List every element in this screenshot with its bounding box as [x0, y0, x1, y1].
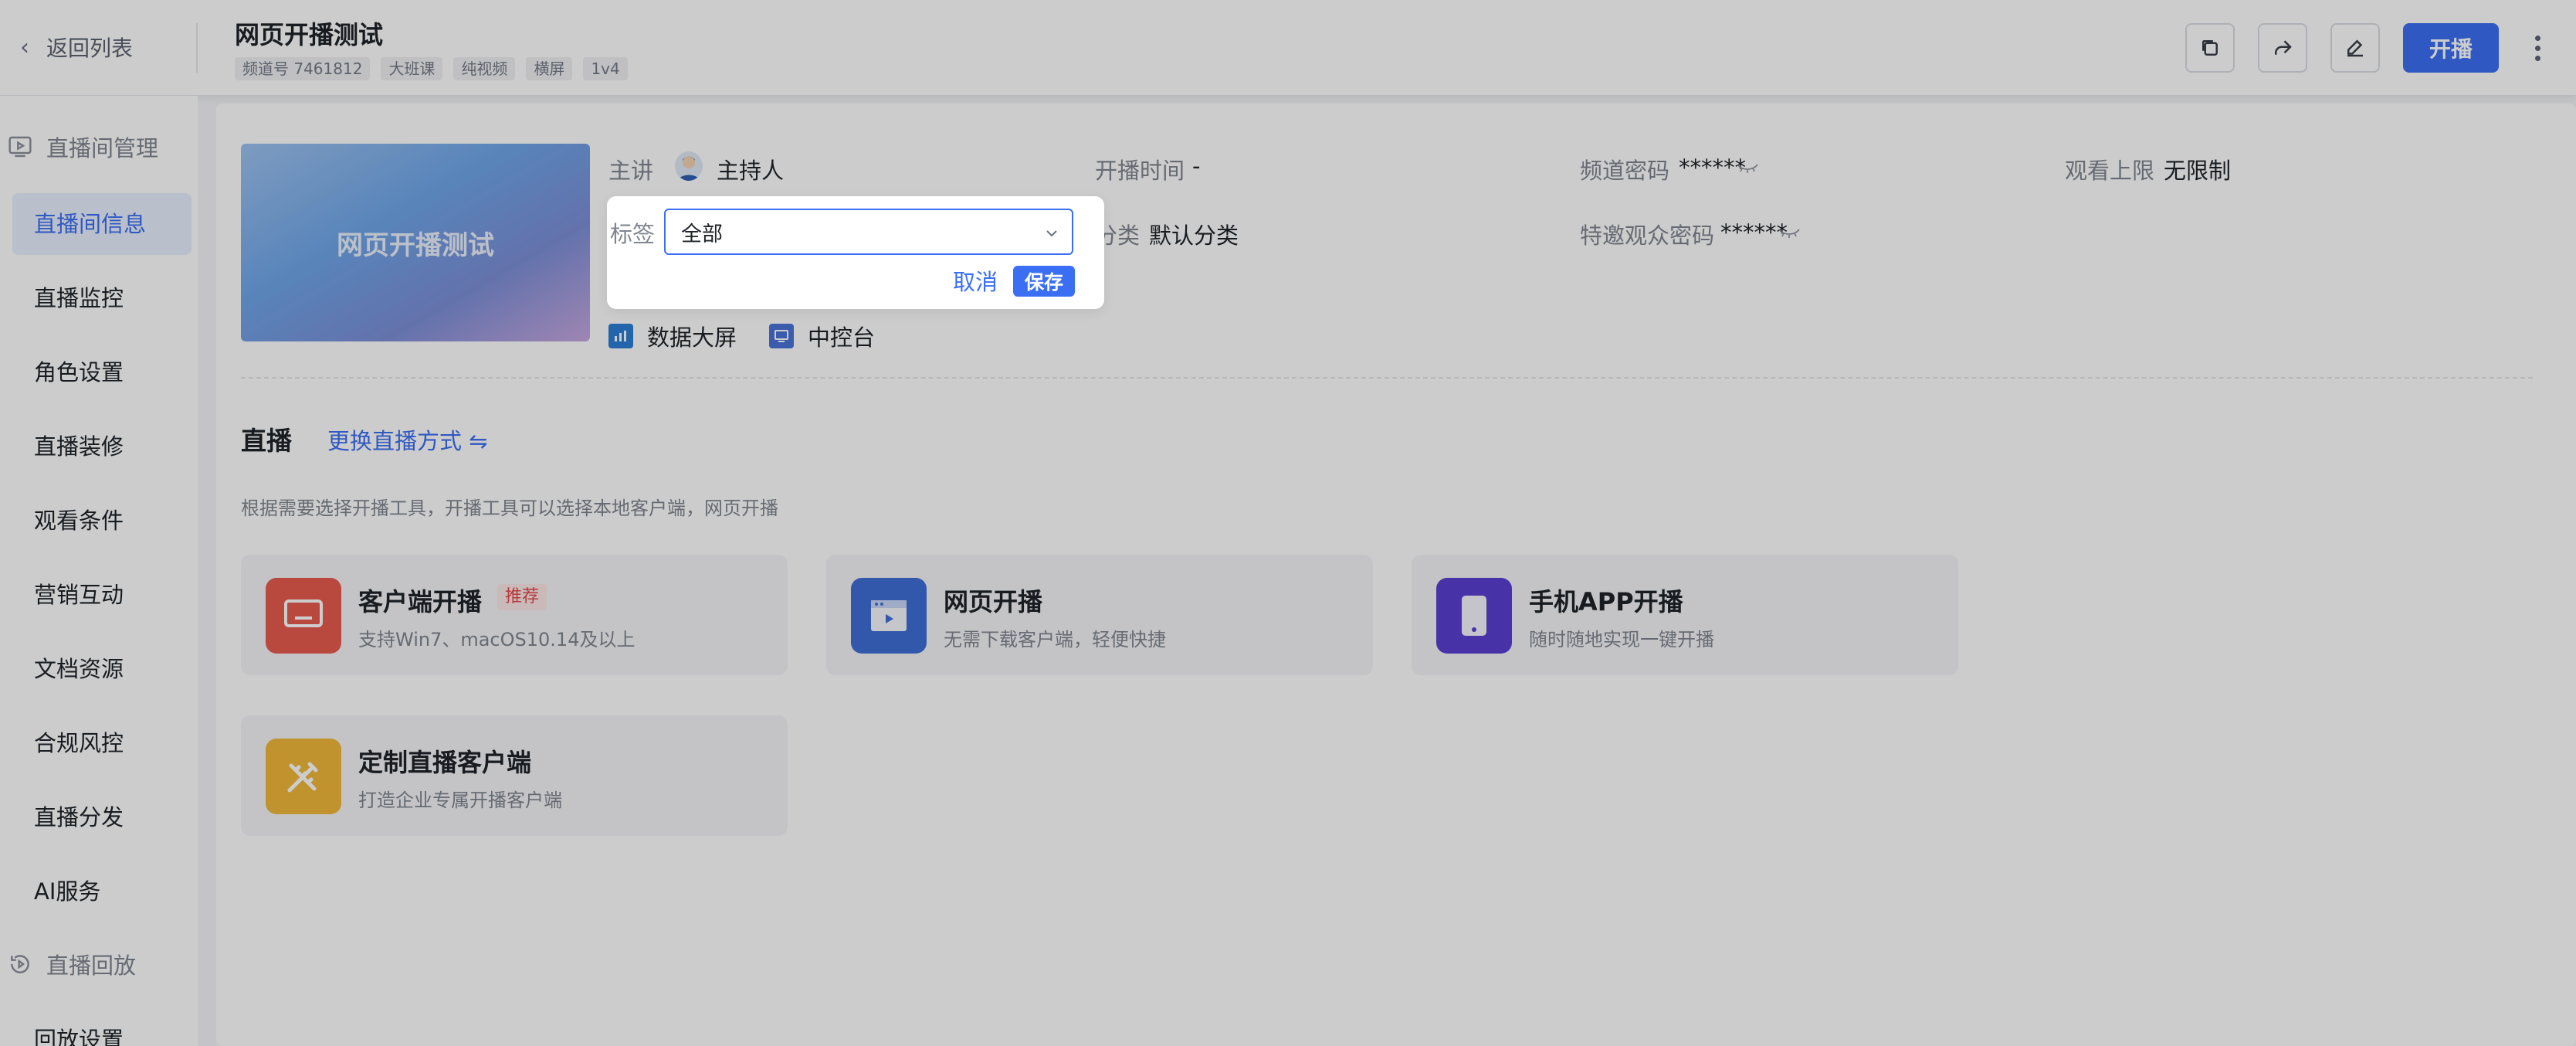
- save-button[interactable]: 保存: [1013, 266, 1075, 297]
- tag-select[interactable]: 全部: [664, 209, 1073, 255]
- tag-select-value: 全部: [681, 222, 723, 246]
- tag-edit-popover: 标签 全部 取消 保存: [607, 196, 1104, 309]
- cancel-button[interactable]: 取消: [953, 264, 998, 297]
- modal-overlay[interactable]: [0, 0, 2576, 1046]
- tag-label: 标签: [610, 221, 656, 247]
- chevron-down-icon: [1046, 230, 1057, 237]
